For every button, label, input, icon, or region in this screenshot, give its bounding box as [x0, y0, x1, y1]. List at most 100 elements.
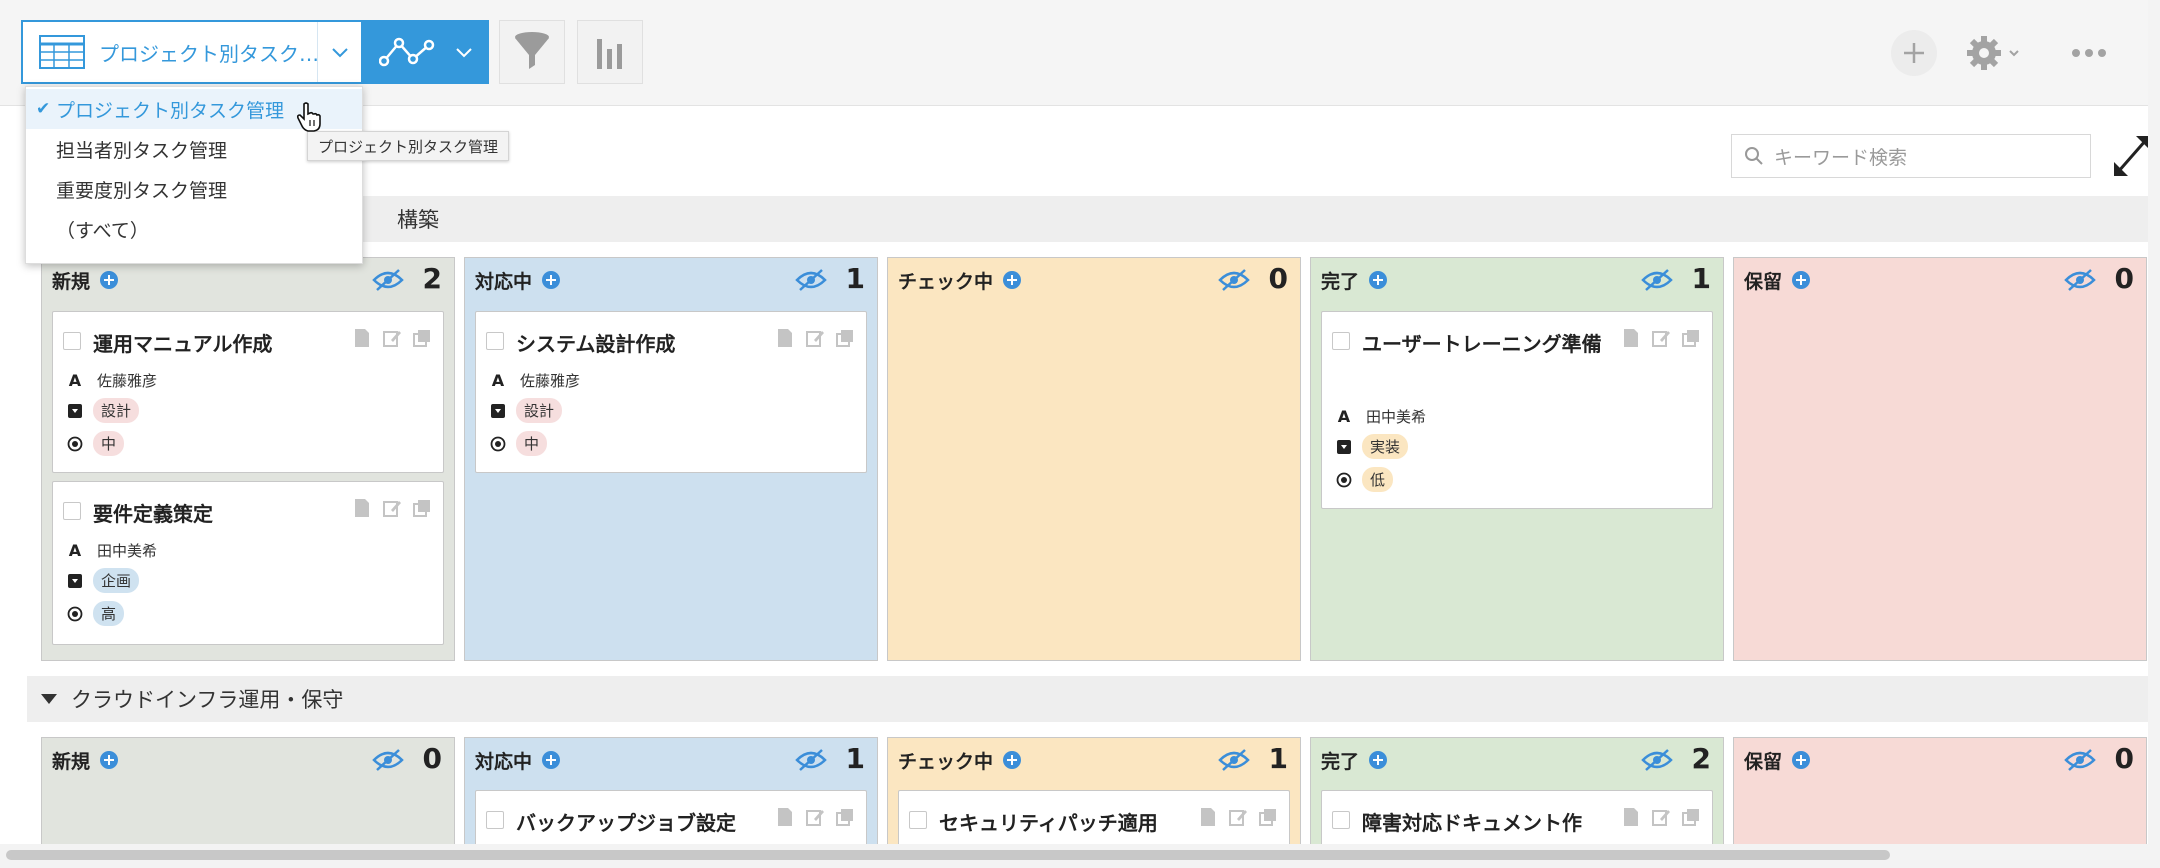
card-title: システム設計作成 [516, 332, 676, 356]
copy-icon[interactable] [836, 807, 854, 827]
edit-icon[interactable] [383, 328, 401, 348]
copy-icon[interactable] [413, 328, 431, 348]
add-card-icon[interactable] [1369, 751, 1388, 769]
category-tag: 設計 [93, 398, 140, 423]
column-title: 完了 [1321, 750, 1360, 773]
add-card-icon[interactable] [542, 271, 561, 289]
detail-icon[interactable] [353, 498, 371, 518]
detail-icon[interactable] [1622, 328, 1640, 348]
detail-icon[interactable] [1622, 807, 1640, 827]
hide-column-icon[interactable] [1641, 748, 1673, 772]
dropdown-item-label: （すべて） [56, 219, 149, 242]
card-checkbox[interactable] [1332, 811, 1350, 829]
add-card-icon[interactable] [1003, 751, 1022, 769]
card-checkbox[interactable] [63, 502, 81, 520]
kanban-column: チェック中 1 セキュリティパッチ適用 [887, 737, 1301, 850]
keyword-search[interactable]: キーワード検索 [1731, 134, 2091, 178]
view-selector[interactable]: プロジェクト別タスク… [21, 20, 363, 84]
edit-icon[interactable] [1652, 328, 1670, 348]
edit-icon[interactable] [383, 498, 401, 518]
scroll-thumb[interactable] [6, 850, 1890, 860]
card-checkbox[interactable] [486, 332, 504, 350]
copy-icon[interactable] [1682, 328, 1700, 348]
more-options-button[interactable] [2066, 30, 2112, 76]
priority-icon [490, 436, 506, 452]
card-assignee: 田中美希 [97, 542, 158, 560]
view-selector-label: プロジェクト別タスク… [99, 41, 317, 66]
category-tag: 実装 [1362, 434, 1409, 459]
hide-column-icon[interactable] [1218, 268, 1250, 292]
hide-column-icon[interactable] [372, 748, 404, 772]
task-card[interactable]: ユーザートレーニング準備 A 田中美希 実装 低 [1321, 311, 1713, 509]
add-card-icon[interactable] [100, 271, 119, 289]
edit-icon[interactable] [806, 328, 824, 348]
check-icon: ✔ [36, 99, 51, 119]
edit-icon[interactable] [1229, 807, 1247, 827]
detail-icon[interactable] [776, 328, 794, 348]
table-icon [39, 35, 85, 69]
view-selector-toggle[interactable] [317, 22, 361, 82]
dropdown-item-label: 重要度別タスク管理 [56, 179, 228, 202]
add-card-icon[interactable] [100, 751, 119, 769]
task-card[interactable]: 要件定義策定 A 田中美希 企画 高 [52, 481, 444, 645]
task-card[interactable]: セキュリティパッチ適用 [898, 790, 1290, 850]
card-title: バックアップジョブ設定 [516, 811, 736, 835]
edit-icon[interactable] [1652, 807, 1670, 827]
add-card-icon[interactable] [1792, 751, 1811, 769]
hide-column-icon[interactable] [1641, 268, 1673, 292]
group-header[interactable]: クラウドインフラ運用・保守 [27, 676, 2153, 722]
filter-button[interactable] [499, 20, 565, 84]
task-card[interactable]: 運用マニュアル作成 A 佐藤雅彦 設計 中 [52, 311, 444, 473]
search-icon [1745, 147, 1763, 165]
vertical-scrollbar[interactable] [2148, 0, 2160, 868]
hide-column-icon[interactable] [2064, 268, 2096, 292]
copy-icon[interactable] [836, 328, 854, 348]
task-card[interactable]: バックアップジョブ設定 [475, 790, 867, 850]
column-count: 2 [1691, 742, 1711, 775]
graph-view-button[interactable] [363, 20, 489, 84]
copy-icon[interactable] [1259, 807, 1277, 827]
horizontal-scrollbar[interactable] [0, 844, 2148, 868]
dropdown-item[interactable]: 重要度別タスク管理 [26, 169, 362, 209]
column-title: 新規 [52, 270, 91, 293]
priority-tag: 低 [1362, 467, 1394, 492]
add-card-icon[interactable] [1003, 271, 1022, 289]
card-checkbox[interactable] [486, 811, 504, 829]
add-card-icon[interactable] [1792, 271, 1811, 289]
chart-button[interactable] [577, 20, 643, 84]
chevron-down-icon [456, 48, 472, 58]
category-icon [67, 403, 83, 418]
hide-column-icon[interactable] [372, 268, 404, 292]
add-record-button[interactable] [1891, 30, 1937, 76]
hide-column-icon[interactable] [2064, 748, 2096, 772]
hide-column-icon[interactable] [795, 268, 827, 292]
kanban-column: 対応中 1 バックアップジョブ設定 [464, 737, 878, 850]
detail-icon[interactable] [1199, 807, 1217, 827]
column-title: チェック中 [898, 750, 994, 773]
kanban-column: 完了 1 ユーザートレーニング準備 A 田中美希 実装 低 [1310, 257, 1724, 661]
card-checkbox[interactable] [63, 332, 81, 350]
add-card-icon[interactable] [1369, 271, 1388, 289]
copy-icon[interactable] [1682, 807, 1700, 827]
edit-icon[interactable] [806, 807, 824, 827]
column-title: チェック中 [898, 270, 994, 293]
assignee-icon: A [68, 371, 82, 390]
detail-icon[interactable] [776, 807, 794, 827]
task-card[interactable]: 障害対応ドキュメント作 [1321, 790, 1713, 850]
kanban-column: 保留 0 [1733, 257, 2147, 661]
card-checkbox[interactable] [1332, 332, 1350, 350]
add-card-icon[interactable] [542, 751, 561, 769]
priority-tag: 中 [93, 431, 125, 456]
task-card[interactable]: システム設計作成 A 佐藤雅彦 設計 中 [475, 311, 867, 473]
bar-chart-icon [597, 39, 622, 69]
dropdown-item[interactable]: （すべて） [26, 209, 362, 249]
hide-column-icon[interactable] [1218, 748, 1250, 772]
copy-icon[interactable] [413, 498, 431, 518]
card-checkbox[interactable] [909, 811, 927, 829]
detail-icon[interactable] [353, 328, 371, 348]
category-icon [490, 403, 506, 418]
hide-column-icon[interactable] [795, 748, 827, 772]
gear-icon [1967, 36, 2001, 70]
settings-button[interactable] [1966, 30, 2026, 76]
dropdown-item-label: 担当者別タスク管理 [56, 139, 228, 162]
